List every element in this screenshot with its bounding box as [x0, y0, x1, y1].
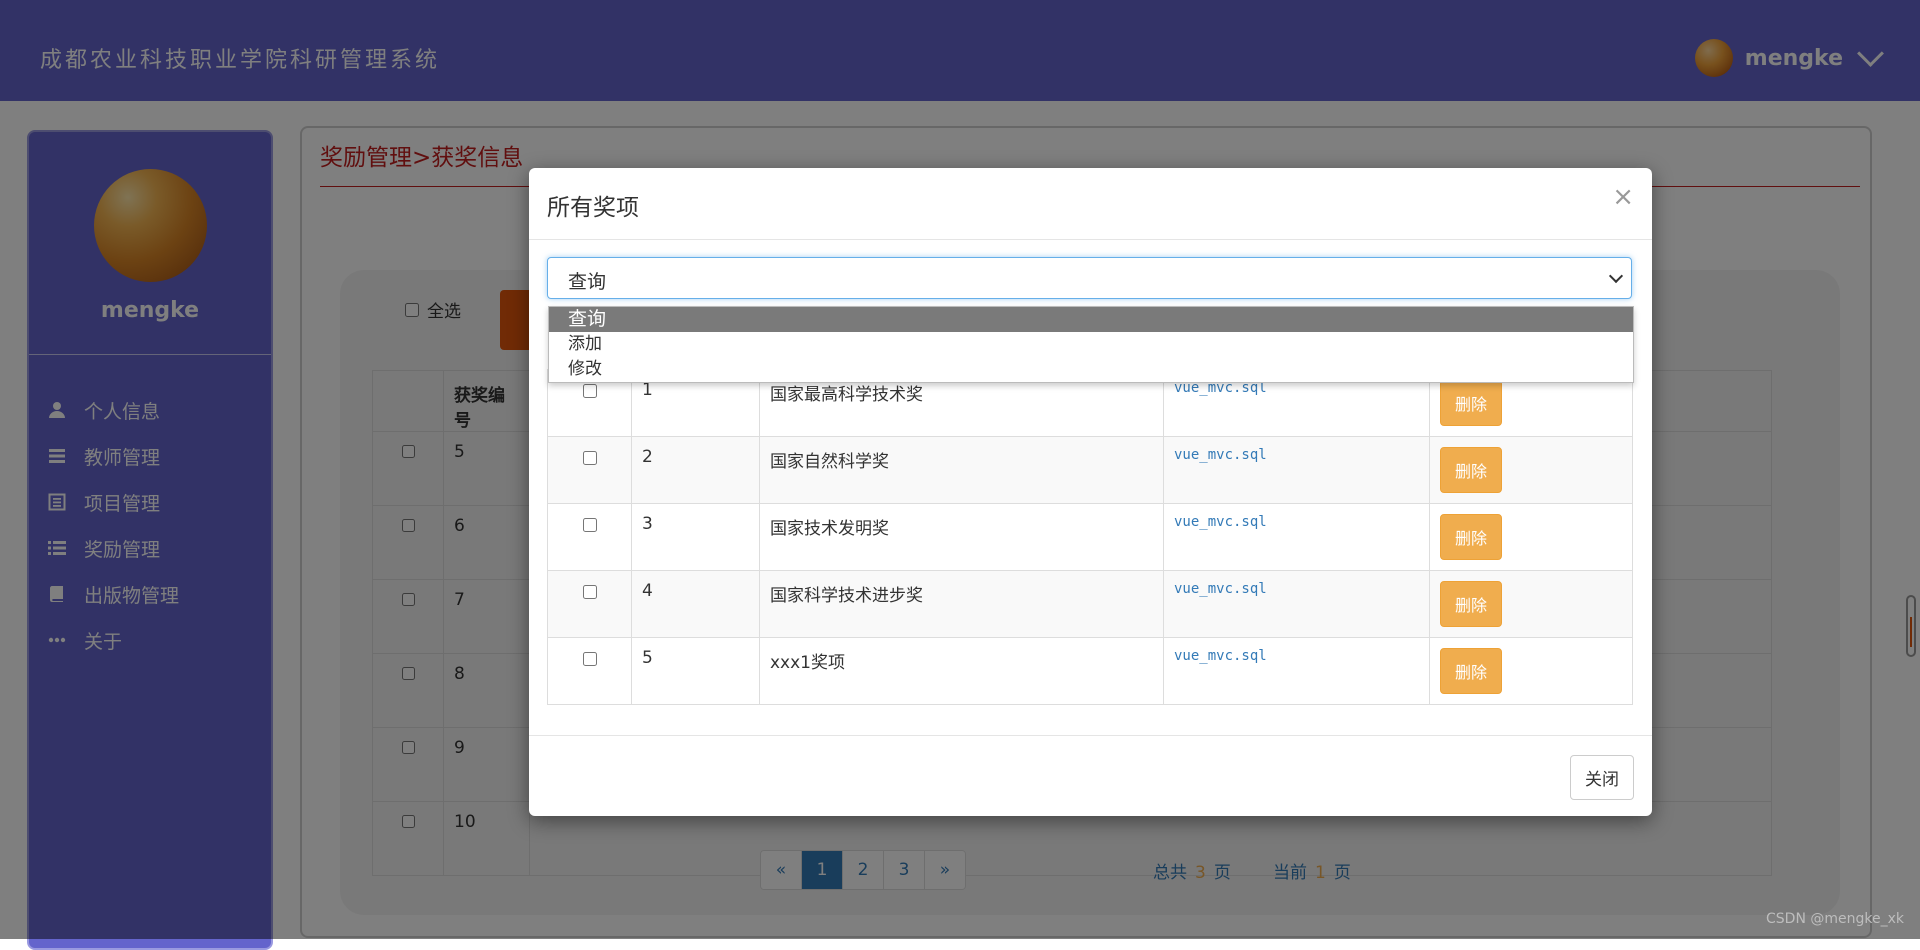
award-file: vue_mvc.sql [1163, 637, 1430, 705]
table-row: 4 国家科学技术进步奖 vue_mvc.sql 删除 [547, 570, 1633, 638]
award-id: 3 [631, 503, 760, 571]
modal-title: 所有奖项 [547, 195, 639, 221]
divider [529, 735, 1652, 736]
delete-button[interactable]: 删除 [1440, 447, 1503, 493]
award-id: 2 [631, 436, 760, 504]
row-checkbox[interactable] [582, 585, 597, 599]
chevron-down-icon [1608, 268, 1624, 284]
option-add[interactable]: 添加 [549, 332, 1633, 357]
award-name: 国家技术发明奖 [759, 503, 1164, 571]
award-id: 5 [631, 637, 760, 705]
option-query[interactable]: 查询 [549, 307, 1633, 332]
awards-modal: 所有奖项 × 查询 查询 添加 修改 1 国家最高科学技术奖 vue_mvc.s… [529, 168, 1652, 816]
row-checkbox[interactable] [582, 518, 597, 532]
delete-button[interactable]: 删除 [1440, 380, 1503, 426]
divider [529, 239, 1652, 240]
table-row: 5 xxx1奖项 vue_mvc.sql 删除 [547, 637, 1633, 705]
award-file: vue_mvc.sql [1163, 503, 1430, 571]
delete-button[interactable]: 删除 [1440, 581, 1503, 627]
award-file: vue_mvc.sql [1163, 436, 1430, 504]
award-name: 国家自然科学奖 [759, 436, 1164, 504]
table-row: 3 国家技术发明奖 vue_mvc.sql 删除 [547, 503, 1633, 571]
award-name: xxx1奖项 [759, 637, 1164, 705]
award-file: vue_mvc.sql [1163, 570, 1430, 638]
table-row: 2 国家自然科学奖 vue_mvc.sql 删除 [547, 436, 1633, 504]
awards-list-table: 1 国家最高科学技术奖 vue_mvc.sql 删除 2 国家自然科学奖 vue… [547, 369, 1633, 705]
delete-button[interactable]: 删除 [1440, 514, 1503, 560]
option-edit[interactable]: 修改 [549, 357, 1633, 382]
close-icon[interactable]: × [1612, 182, 1634, 212]
select-dropdown-list: 查询 添加 修改 [548, 306, 1634, 383]
row-checkbox[interactable] [582, 451, 597, 465]
award-name: 国家科学技术进步奖 [759, 570, 1164, 638]
row-checkbox[interactable] [582, 384, 597, 398]
award-id: 4 [631, 570, 760, 638]
row-checkbox[interactable] [582, 652, 597, 666]
action-select[interactable]: 查询 [547, 257, 1632, 299]
watermark: CSDN @mengke_xk [1766, 911, 1904, 927]
select-value: 查询 [568, 271, 607, 293]
delete-button[interactable]: 删除 [1440, 648, 1503, 694]
close-button[interactable]: 关闭 [1570, 755, 1634, 800]
